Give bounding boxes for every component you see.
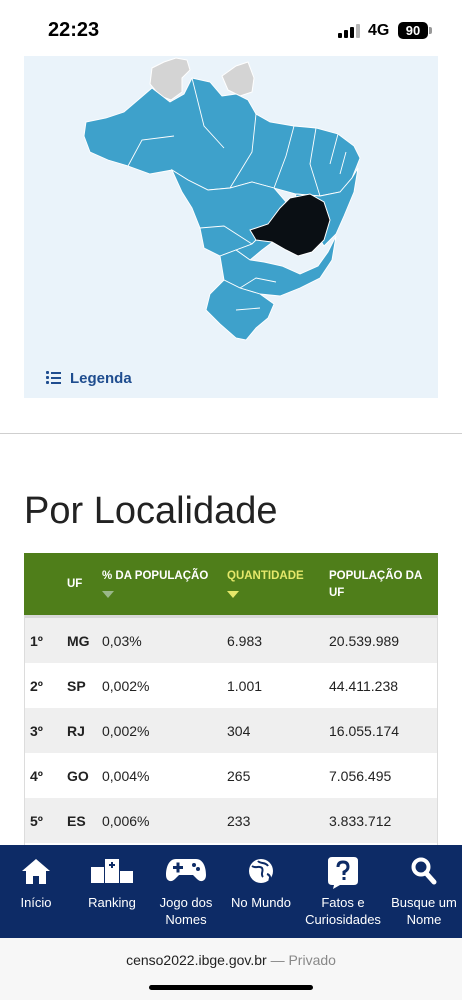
nav-label: No Mundo <box>231 895 291 910</box>
legend-label: Legenda <box>70 369 132 387</box>
url-domain: censo2022.ibge.gov.br <box>126 952 267 968</box>
row-pct: 0,002% <box>102 723 150 739</box>
search-icon <box>411 857 437 885</box>
section-title: Por Localidade <box>24 490 278 532</box>
row-qty: 304 <box>227 723 251 739</box>
brazil-map[interactable] <box>24 56 438 356</box>
row-uf: ES <box>67 813 86 829</box>
row-pct: 0,004% <box>102 768 150 784</box>
column-header-pop: POPULAÇÃO DA UF <box>329 570 422 599</box>
signal-icon <box>338 24 362 38</box>
nav-label: Ranking <box>88 895 136 910</box>
nav-item-busque-um-nome[interactable]: Busque um Nome <box>388 845 460 938</box>
status-bar: 22:23 4G 90 <box>0 0 462 52</box>
nav-item-jogo-dos-nomes[interactable]: Jogo dos Nomes <box>150 845 222 938</box>
nav-item-ranking[interactable]: Ranking <box>76 845 148 938</box>
address-bar[interactable]: censo2022.ibge.gov.br — Privado <box>0 952 462 968</box>
table-row[interactable]: 4º GO 0,004% 265 7.056.495 <box>24 753 438 798</box>
globe-icon <box>249 859 273 883</box>
battery-tip <box>429 27 432 34</box>
nav-label: Jogo dos Nomes <box>159 895 213 927</box>
row-pct: 0,03% <box>102 633 142 649</box>
map-state-north[interactable] <box>83 77 361 197</box>
row-qty: 1.001 <box>227 678 263 694</box>
column-header-qty[interactable]: QUANTIDADE <box>227 568 304 598</box>
table-row[interactable]: 2º SP 0,002% 1.001 44.411.238 <box>24 663 438 708</box>
podium-icon <box>91 859 133 883</box>
ranking-table: UF % DA POPULAÇÃO QUANTIDADE POPULAÇÃO D… <box>24 553 438 843</box>
row-rank: 1º <box>30 633 43 649</box>
table-row[interactable]: 5º ES 0,006% 233 3.833.712 <box>24 798 438 843</box>
table-header: UF % DA POPULAÇÃO QUANTIDADE POPULAÇÃO D… <box>24 553 438 615</box>
map-neighbor-north-2 <box>221 61 255 97</box>
question-icon <box>328 857 358 889</box>
row-pct: 0,002% <box>102 678 150 694</box>
url-separator: — <box>270 952 285 968</box>
row-pop: 16.055.174 <box>329 723 400 739</box>
row-rank: 5º <box>30 813 43 829</box>
section-divider <box>0 433 462 434</box>
row-uf: RJ <box>67 723 85 739</box>
row-qty: 233 <box>227 813 251 829</box>
network-label: 4G <box>368 22 390 39</box>
row-pop: 7.056.495 <box>329 768 392 784</box>
bottom-nav: Início Ranking Jogo dos Nomes No Mundo F… <box>0 845 462 938</box>
row-qty: 265 <box>227 768 251 784</box>
row-qty: 6.983 <box>227 633 263 649</box>
row-pop: 44.411.238 <box>329 678 399 694</box>
browser-bar: censo2022.ibge.gov.br — Privado <box>0 938 462 1000</box>
map-card: Legenda <box>24 56 438 398</box>
nav-item-no-mundo[interactable]: No Mundo <box>224 845 298 938</box>
home-indicator[interactable] <box>149 985 313 990</box>
sort-arrow-icon <box>102 591 114 598</box>
sort-arrow-icon <box>227 591 239 598</box>
list-icon <box>46 371 61 385</box>
nav-label: Início <box>20 895 52 910</box>
row-uf: MG <box>67 633 90 649</box>
status-time: 22:23 <box>48 19 100 41</box>
column-header-pct[interactable]: % DA POPULAÇÃO <box>102 568 220 598</box>
row-pct: 0,006% <box>102 813 150 829</box>
column-header-uf: UF <box>67 578 83 590</box>
row-uf: GO <box>67 768 89 784</box>
battery-icon: 90 <box>398 22 428 39</box>
nav-label: Busque um Nome <box>391 895 457 927</box>
nav-item-inicio[interactable]: Início <box>0 845 72 938</box>
row-pop: 20.539.989 <box>329 633 400 649</box>
row-rank: 4º <box>30 768 43 784</box>
gamepad-icon <box>166 859 206 882</box>
nav-item-fatos-e-curiosidades[interactable]: Fatos e Curiosidades <box>300 845 386 938</box>
row-rank: 3º <box>30 723 43 739</box>
table-row[interactable]: 1º MG 0,03% 6.983 20.539.989 <box>24 618 438 663</box>
legend-button[interactable]: Legenda <box>46 366 132 390</box>
row-pop: 3.833.712 <box>329 813 392 829</box>
table-row[interactable]: 3º RJ 0,002% 304 16.055.174 <box>24 708 438 753</box>
row-rank: 2º <box>30 678 43 694</box>
nav-label: Fatos e Curiosidades <box>305 895 381 927</box>
private-mode-label: Privado <box>288 952 336 968</box>
home-icon <box>22 859 50 884</box>
row-uf: SP <box>67 678 86 694</box>
